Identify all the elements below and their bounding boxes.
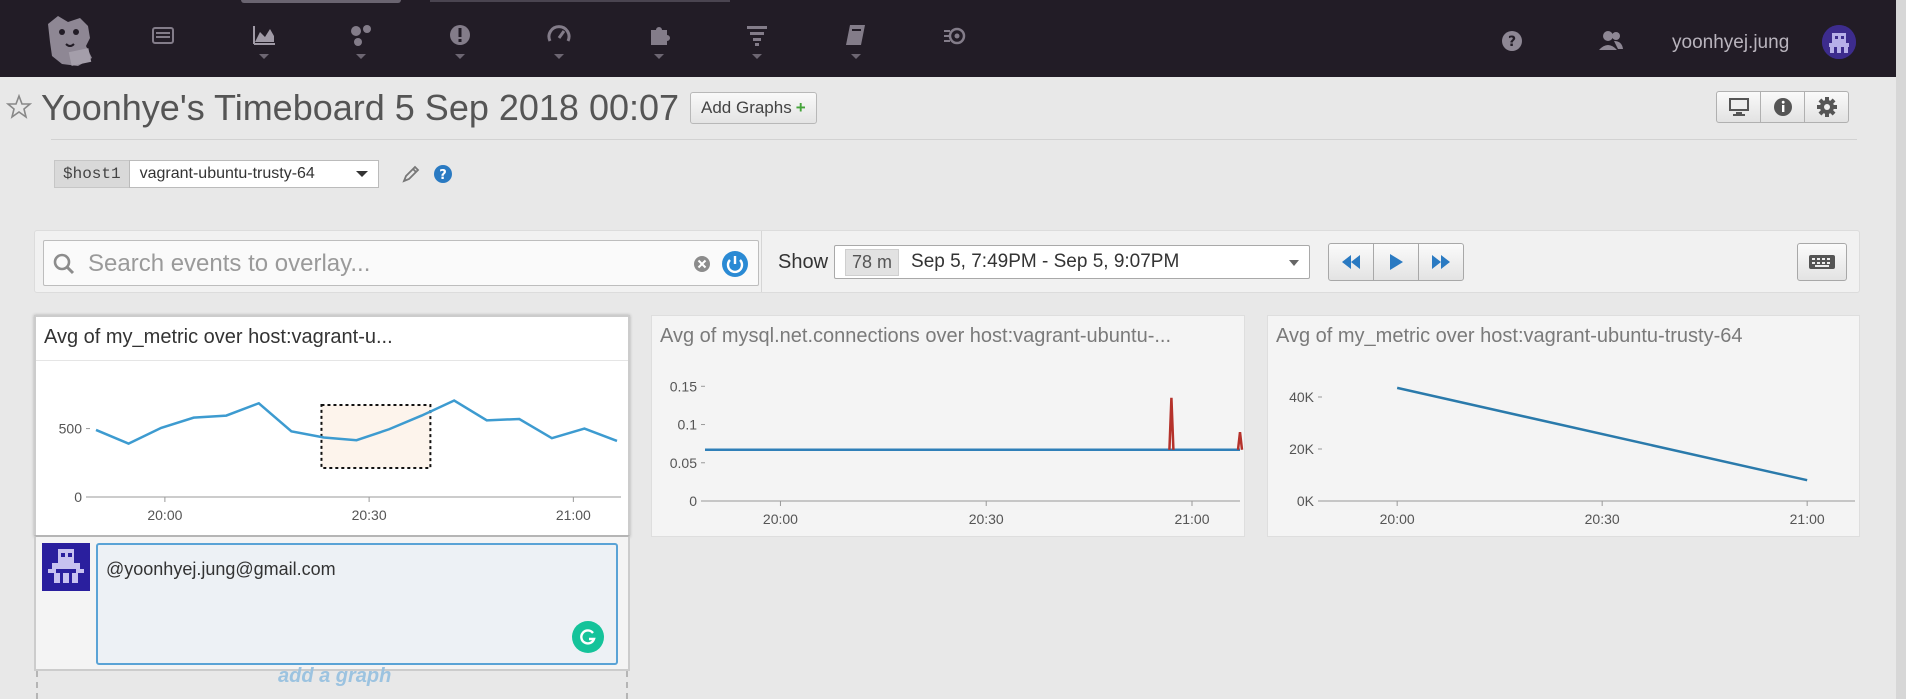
user-avatar-icon[interactable] xyxy=(1822,25,1856,59)
rewind-button[interactable] xyxy=(1328,243,1374,281)
fast-forward-icon xyxy=(1432,255,1450,269)
y-tick-label: 0 xyxy=(689,493,697,509)
x-tick-label: 20:00 xyxy=(763,511,798,527)
monitor-icon xyxy=(1728,98,1749,116)
x-tick-label: 20:30 xyxy=(1585,511,1620,527)
user-avatar-icon xyxy=(42,543,90,591)
apm-icon[interactable] xyxy=(542,22,576,62)
y-tick-label: 0.15 xyxy=(670,378,697,394)
tv-mode-button[interactable] xyxy=(1716,91,1761,123)
x-tick-label: 20:00 xyxy=(147,507,182,523)
keyboard-shortcuts-button[interactable] xyxy=(1797,243,1847,281)
nav-accent xyxy=(241,0,401,3)
template-variable-select[interactable]: vagrant-ubuntu-trusty-64 xyxy=(128,160,379,188)
selection-box xyxy=(320,404,432,469)
favorite-star-icon[interactable] xyxy=(6,94,32,120)
x-tick-label: 21:00 xyxy=(1174,511,1209,527)
template-variable: $host1 vagrant-ubuntu-trusty-64 ? xyxy=(54,160,453,188)
svg-text:?: ? xyxy=(1508,34,1516,50)
time-navigation xyxy=(1328,243,1464,281)
y-tick-label: 0K xyxy=(1297,493,1315,509)
y-tick-label: 20K xyxy=(1289,441,1315,457)
x-tick-label: 21:00 xyxy=(556,507,591,523)
top-nav: ? yoonhyej.jung xyxy=(0,0,1896,77)
template-variable-name: $host1 xyxy=(54,160,130,188)
spike-mark xyxy=(1168,397,1175,450)
header-divider xyxy=(51,139,1857,140)
show-label: Show xyxy=(778,251,829,273)
line-chart[interactable]: 20:00 20:30 21:00 0K 20K 40K xyxy=(1268,316,1859,536)
help-icon[interactable]: ? xyxy=(1499,28,1525,54)
time-range-select[interactable]: 78 m Sep 5, 7:49PM - Sep 5, 9:07PM xyxy=(834,245,1310,279)
watchdog-icon[interactable] xyxy=(938,22,972,62)
infrastructure-icon[interactable] xyxy=(344,22,378,62)
integrations-icon[interactable] xyxy=(642,22,676,62)
clear-icon[interactable] xyxy=(693,255,711,273)
event-search-bar: Search events to overlay... Show 78 m Se… xyxy=(34,230,1860,293)
dashboard-actions xyxy=(1716,91,1849,123)
graph-panel-my-metric-host[interactable]: Avg of my_metric over host:vagrant-ubunt… xyxy=(1267,315,1860,537)
y-tick-label: 40K xyxy=(1289,389,1315,405)
settings-button[interactable] xyxy=(1804,91,1849,123)
y-tick-label: 500 xyxy=(59,421,83,437)
comment-text: @yoonhyej.jung@gmail.com xyxy=(106,559,336,579)
monitors-icon[interactable] xyxy=(443,22,477,62)
x-tick-label: 20:00 xyxy=(1380,511,1415,527)
caret-down-icon xyxy=(1289,260,1299,266)
x-tick-label: 20:30 xyxy=(969,511,1004,527)
time-range-label: Sep 5, 7:49PM - Sep 5, 9:07PM xyxy=(911,251,1180,272)
events-icon[interactable] xyxy=(146,22,180,62)
username[interactable]: yoonhyej.jung xyxy=(1672,32,1789,54)
info-icon xyxy=(1773,98,1792,116)
graph-panel-mysql-connections[interactable]: Avg of mysql.net.connections over host:v… xyxy=(651,315,1245,537)
keyboard-icon xyxy=(1809,255,1835,269)
divider xyxy=(761,231,762,292)
dashboard-title[interactable]: Yoonhye's Timeboard 5 Sep 2018 00:07 xyxy=(41,87,679,129)
play-button[interactable] xyxy=(1373,243,1419,281)
add-graphs-label: Add Graphs xyxy=(701,98,792,117)
play-icon xyxy=(1390,254,1403,270)
scrollbar[interactable] xyxy=(1896,0,1906,699)
add-graphs-button[interactable]: Add Graphs + xyxy=(690,92,817,124)
info-button[interactable] xyxy=(1760,91,1805,123)
y-tick-label: 0 xyxy=(74,489,82,505)
line-chart[interactable]: 20:00 20:30 21:00 0 500 xyxy=(36,317,628,535)
fast-forward-button[interactable] xyxy=(1418,243,1464,281)
search-input[interactable]: Search events to overlay... xyxy=(43,240,759,286)
search-icon xyxy=(53,253,75,275)
power-icon[interactable] xyxy=(721,250,749,278)
graph-panel-my-metric[interactable]: Avg of my_metric over host:vagrant-u... … xyxy=(34,315,630,537)
help-icon[interactable]: ? xyxy=(433,164,453,184)
notebooks-icon[interactable] xyxy=(839,22,873,62)
search-placeholder: Search events to overlay... xyxy=(88,250,371,277)
add-graph-placeholder[interactable]: add a graph xyxy=(36,665,628,699)
svg-text:?: ? xyxy=(439,168,447,183)
duration-badge: 78 m xyxy=(845,248,900,276)
rewind-icon xyxy=(1342,255,1360,269)
y-tick-label: 0.05 xyxy=(670,455,697,471)
nav-accent xyxy=(430,0,730,2)
grammarly-icon[interactable] xyxy=(572,621,604,653)
x-tick-label: 20:30 xyxy=(352,507,387,523)
template-variable-value: vagrant-ubuntu-trusty-64 xyxy=(139,165,315,182)
series-line xyxy=(1396,386,1808,482)
add-graph-label: add a graph xyxy=(278,665,392,687)
x-tick-label: 21:00 xyxy=(1790,511,1825,527)
plus-icon: + xyxy=(795,98,806,117)
dashboard-header: Yoonhye's Timeboard 5 Sep 2018 00:07 Add… xyxy=(0,77,1896,209)
comment-textarea[interactable]: @yoonhyej.jung@gmail.com xyxy=(96,543,618,665)
spike-mark xyxy=(1236,432,1244,450)
pencil-icon[interactable] xyxy=(401,164,421,184)
logs-icon[interactable] xyxy=(740,22,774,62)
y-tick-label: 0.1 xyxy=(678,417,698,433)
datadog-logo-icon[interactable] xyxy=(40,10,100,70)
line-chart[interactable]: 20:00 20:30 21:00 0 0.05 0.1 0.15 xyxy=(652,316,1244,536)
gear-icon xyxy=(1816,97,1837,117)
graph-comment: @yoonhyej.jung@gmail.com xyxy=(34,535,630,671)
caret-down-icon xyxy=(355,171,368,177)
team-icon[interactable] xyxy=(1598,28,1624,54)
metrics-icon[interactable] xyxy=(247,22,281,62)
